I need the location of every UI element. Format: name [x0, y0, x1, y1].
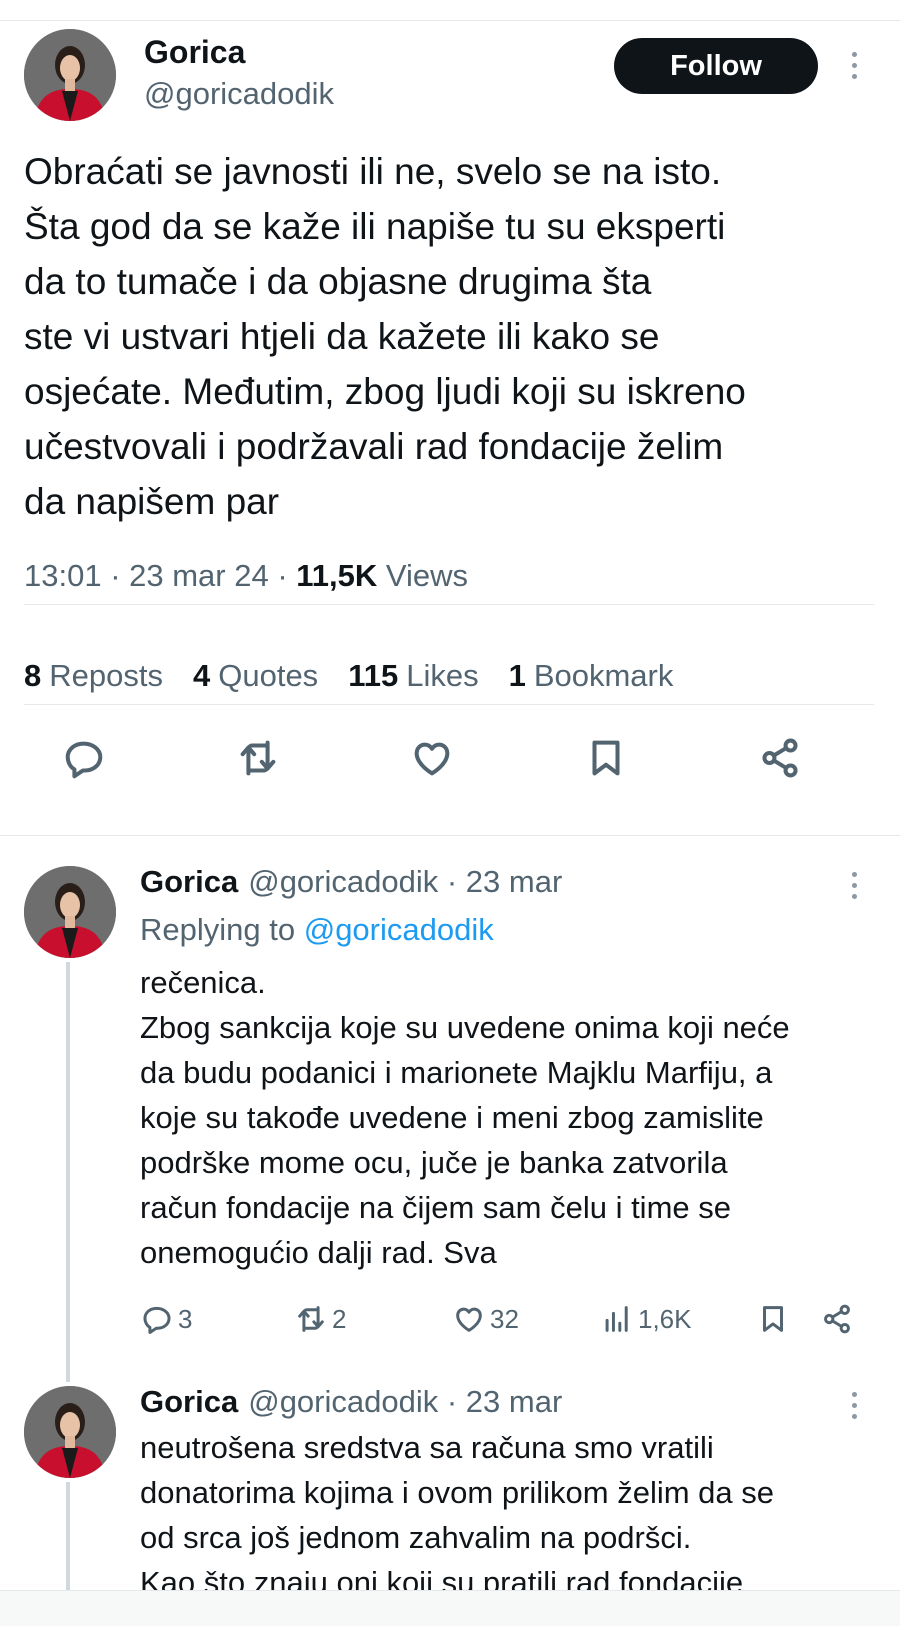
more-options-icon[interactable]: [852, 872, 857, 899]
top-divider: [0, 20, 900, 21]
thread-connector: [66, 1482, 70, 1590]
reply-icon: [143, 1306, 171, 1334]
reply-author-name[interactable]: Gorica: [140, 864, 238, 899]
repost-icon[interactable]: [234, 734, 282, 782]
reply-count-button[interactable]: 3: [140, 1302, 192, 1336]
tweet-date[interactable]: 23 mar 24: [129, 558, 269, 593]
tweet-time[interactable]: 13:01: [24, 558, 102, 593]
reply-date[interactable]: 23 mar: [466, 1384, 562, 1419]
replying-to: Replying to @goricadodik: [140, 912, 494, 947]
divider: [24, 704, 874, 705]
more-options-icon[interactable]: [852, 1392, 857, 1419]
avatar[interactable]: [24, 866, 116, 958]
tweet-thread: Gorica @goricadodik Follow Obraćati se j…: [0, 0, 900, 1590]
repost-count-button[interactable]: 2: [294, 1302, 346, 1336]
like-count-button[interactable]: 32: [452, 1302, 519, 1336]
bookmark-icon[interactable]: [756, 1302, 790, 1336]
repost-icon: [298, 1306, 324, 1332]
like-icon[interactable]: [408, 734, 456, 782]
author-handle[interactable]: @goricadodik: [144, 76, 334, 112]
reply-text: rečenica. Zbog sankcija koje su uvedene …: [140, 965, 790, 1270]
section-divider: [0, 835, 900, 836]
likes-stat[interactable]: 115 Likes: [348, 658, 478, 694]
views-label: Views: [385, 558, 469, 593]
bookmark-icon[interactable]: [582, 734, 630, 782]
views-count-button[interactable]: 1,6K: [600, 1302, 692, 1336]
avatar[interactable]: [24, 1386, 116, 1478]
reply-icon[interactable]: [60, 734, 108, 782]
share-icon[interactable]: [820, 1302, 854, 1336]
more-options-icon[interactable]: [852, 52, 857, 79]
reply-header: Gorica @goricadodik · 23 mar: [140, 1384, 563, 1419]
bottom-bar: [0, 1590, 900, 1626]
analytics-icon: [605, 1306, 628, 1332]
bookmarks-stat[interactable]: 1 Bookmark: [509, 658, 674, 694]
follow-button[interactable]: Follow: [614, 38, 818, 94]
reply-date[interactable]: 23 mar: [466, 864, 562, 899]
reply-author-name[interactable]: Gorica: [140, 1384, 238, 1419]
reply-author-handle[interactable]: @goricadodik: [248, 864, 438, 899]
engagement-stats: 8 Reposts 4 Quotes 115 Likes 1 Bookmark: [24, 658, 673, 694]
tweet-meta: 13:01 · 23 mar 24 · 11,5K Views: [24, 558, 469, 593]
like-icon: [456, 1307, 482, 1332]
reply-text: neutrošena sredstva sa računa smo vratil…: [140, 1430, 775, 1590]
tweet-text: Obraćati se javnosti ili ne, svelo se na…: [24, 151, 746, 522]
reply-header: Gorica @goricadodik · 23 mar: [140, 864, 563, 899]
views-count: 11,5K: [296, 558, 378, 593]
share-icon[interactable]: [756, 734, 804, 782]
reply-actions: 3 2 32 1,6K: [140, 1302, 880, 1342]
reply-author-handle[interactable]: @goricadodik: [248, 1384, 438, 1419]
avatar[interactable]: [24, 29, 116, 121]
quotes-stat[interactable]: 4 Quotes: [193, 658, 318, 694]
reposts-stat[interactable]: 8 Reposts: [24, 658, 163, 694]
author-name[interactable]: Gorica: [144, 34, 245, 71]
divider: [24, 604, 874, 605]
thread-connector: [66, 962, 70, 1382]
replying-to-link[interactable]: @goricadodik: [304, 912, 494, 947]
